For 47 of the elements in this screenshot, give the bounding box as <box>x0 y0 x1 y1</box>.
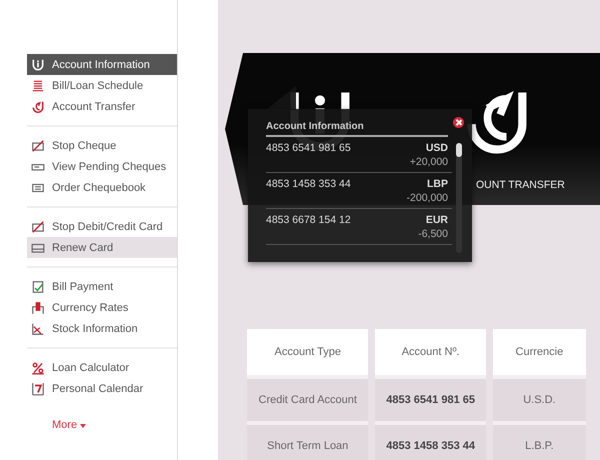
list-icon <box>31 78 45 92</box>
scrollbar[interactable] <box>456 143 462 253</box>
calendar-icon <box>31 382 45 396</box>
table-cell: Short Term Loan <box>247 425 368 460</box>
bill-check-icon <box>31 280 45 294</box>
transfer-shield-icon <box>31 100 45 114</box>
column-header: Account Nº. <box>375 329 486 375</box>
currency: LBP <box>426 178 448 190</box>
more-link[interactable]: More <box>52 419 86 431</box>
crossed-out-icon <box>31 220 45 234</box>
table-cell: 4853 1458 353 44 <box>375 425 486 460</box>
account-number: 4853 6678 154 12 <box>266 214 352 226</box>
table-cell: L.B.P. <box>492 425 586 460</box>
sidebar-item[interactable]: Stop Cheque <box>27 135 177 156</box>
account-entry[interactable]: 4853 1458 353 44 LBP -200,000 <box>266 173 452 209</box>
account-entry[interactable]: 4853 6541 981 65 USD +20,000 <box>266 137 452 173</box>
sidebar-item[interactable]: Bill/Loan Schedule <box>27 75 177 96</box>
sidebar-item[interactable]: Renew Card <box>27 237 177 258</box>
sidebar-item[interactable]: Currency Rates <box>27 297 177 318</box>
sidebar-item[interactable]: Account Information <box>27 54 177 75</box>
currency: EUR <box>424 214 448 226</box>
sidebar-item[interactable]: Loan Calculator <box>27 357 177 378</box>
sidebar-item[interactable]: Account Transfer <box>27 96 177 117</box>
column-header: Account Type <box>247 329 368 375</box>
crossed-out-icon <box>31 138 45 152</box>
info-shield-icon <box>31 58 45 72</box>
sidebar-item[interactable]: View Pending Cheques <box>27 156 177 177</box>
amount: +20,000 <box>410 156 448 168</box>
table-cell: Credit Card Account <box>247 379 368 421</box>
amount: -6,500 <box>418 228 448 240</box>
chart-icon <box>31 322 45 336</box>
close-icon[interactable] <box>453 117 464 128</box>
sidebar-item[interactable]: Order Chequebook <box>27 177 177 198</box>
sidebar-item[interactable]: Personal Calendar <box>27 378 177 399</box>
sidebar-item[interactable]: Bill Payment <box>27 276 177 297</box>
percent-icon <box>31 360 45 374</box>
currency: USD <box>424 142 448 154</box>
popup-title: Account Information <box>266 121 448 137</box>
account-number: 4853 6541 981 65 <box>266 142 352 154</box>
account-entry[interactable]: 4853 6678 154 12 EUR -6,500 <box>266 209 452 245</box>
account-number: 4853 1458 353 44 <box>266 178 352 190</box>
sidebar-item[interactable]: Stop Debit/Credit Card <box>27 216 177 237</box>
table-cell: U.S.D. <box>492 379 586 421</box>
column-header: Currencie <box>492 329 586 375</box>
table-cell: 4853 6541 981 65 <box>375 379 486 421</box>
sidebar-item[interactable]: Stock Information <box>27 318 177 339</box>
amount: -200,000 <box>406 192 448 204</box>
